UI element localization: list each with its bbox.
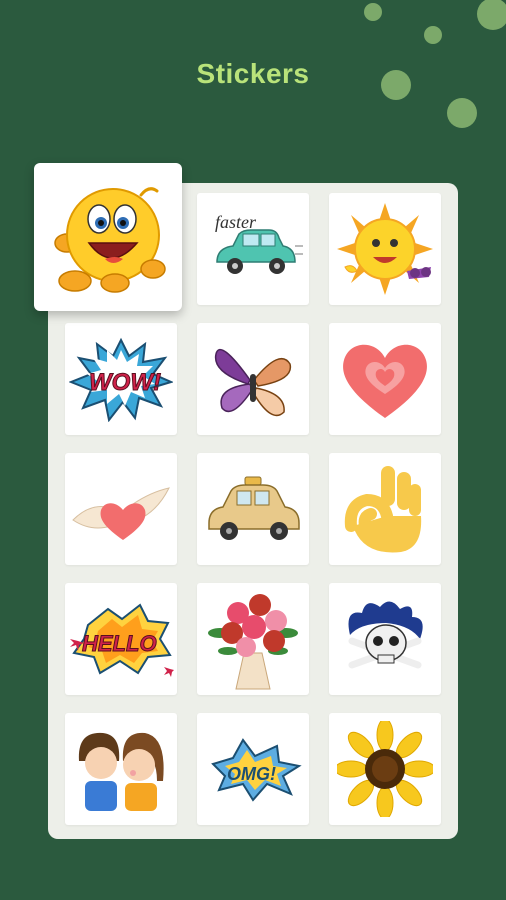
heart-sticker xyxy=(343,344,427,418)
ok-hand-sticker xyxy=(344,466,422,553)
skull-crossbones-sticker xyxy=(348,601,423,669)
faster-car-sticker: faster xyxy=(215,212,303,274)
sun-sunglasses-sticker xyxy=(337,203,433,295)
sticker-cell[interactable] xyxy=(197,323,309,435)
laughing-emoji-sticker xyxy=(54,187,166,293)
hello-comic-sticker: HELLO xyxy=(70,603,174,677)
decor-dot xyxy=(364,3,382,21)
sticker-cell[interactable] xyxy=(329,193,441,305)
page-title: Stickers xyxy=(196,58,310,89)
kissing-couple-sticker xyxy=(78,732,164,811)
rose-bouquet-sticker xyxy=(208,594,298,690)
sticker-cell[interactable] xyxy=(329,713,441,825)
omg-text: OMG! xyxy=(227,764,276,784)
taxi-sticker xyxy=(208,476,300,540)
sticker-cell[interactable]: HELLO xyxy=(65,583,177,695)
sticker-cell[interactable]: WOW! xyxy=(65,323,177,435)
decor-dot xyxy=(447,98,477,128)
omg-comic-sticker: OMG! xyxy=(211,738,302,802)
sticker-cell[interactable]: OMG! xyxy=(197,713,309,825)
wow-text: WOW! xyxy=(89,369,161,396)
sticker-cell[interactable] xyxy=(329,583,441,695)
faster-text: faster xyxy=(215,212,257,232)
hello-text: HELLO xyxy=(82,631,157,656)
selected-sticker[interactable] xyxy=(34,163,182,311)
sticker-cell[interactable] xyxy=(65,453,177,565)
sunflower-sticker xyxy=(337,721,433,817)
sticker-cell[interactable] xyxy=(329,323,441,435)
sticker-cell[interactable] xyxy=(197,583,309,695)
sticker-cell[interactable] xyxy=(65,713,177,825)
sticker-cell[interactable] xyxy=(329,453,441,565)
sticker-cell[interactable]: faster xyxy=(197,193,309,305)
winged-heart-sticker xyxy=(72,487,170,540)
butterfly-sticker xyxy=(214,348,292,417)
wow-comic-sticker: WOW! xyxy=(69,337,173,422)
sticker-cell[interactable] xyxy=(197,453,309,565)
decor-dot xyxy=(424,26,442,44)
decor-dot xyxy=(477,0,506,30)
